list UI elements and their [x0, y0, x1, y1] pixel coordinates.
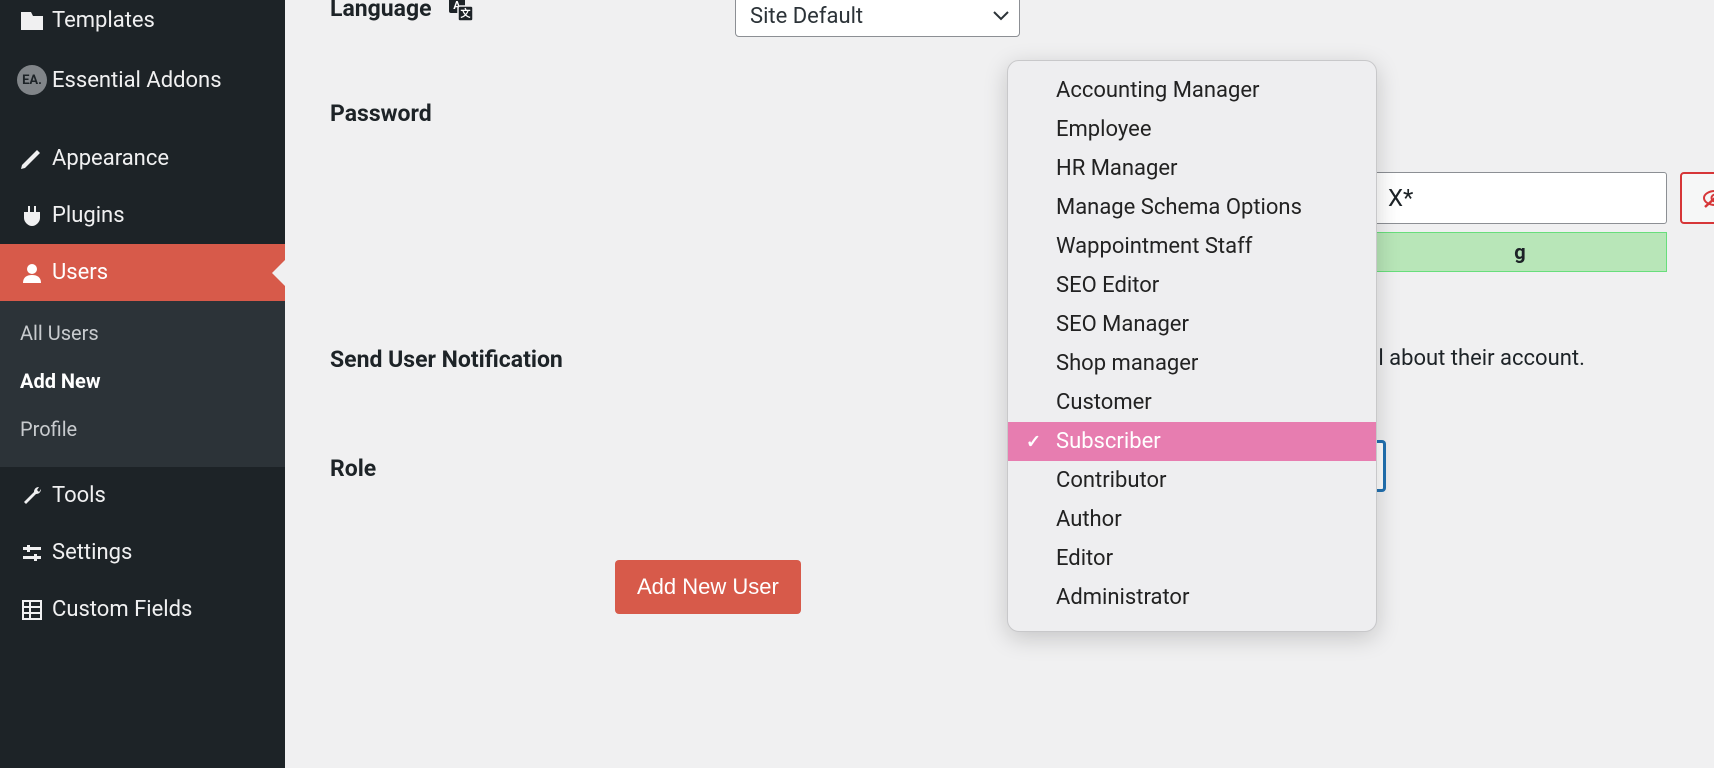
- translate-icon: A文: [448, 0, 474, 22]
- content-area: Language A文 Site Default Password Send U…: [285, 0, 1714, 768]
- sidebar-label: Users: [52, 260, 273, 285]
- sidebar-item-custom-fields[interactable]: Custom Fields: [0, 581, 285, 638]
- sidebar-item-essential-addons[interactable]: EA. Essential Addons: [0, 49, 285, 111]
- users-icon: [12, 261, 52, 285]
- role-option-wappointment-staff[interactable]: Wappointment Staff: [1008, 227, 1376, 266]
- sidebar-subitem-all-users[interactable]: All Users: [0, 309, 285, 357]
- role-option-subscriber[interactable]: Subscriber: [1008, 422, 1376, 461]
- sidebar-label: Appearance: [52, 146, 273, 171]
- sidebar-item-tools[interactable]: Tools: [0, 467, 285, 524]
- eye-slash-icon: [1702, 187, 1714, 209]
- label-role: Role: [330, 455, 735, 482]
- add-new-user-button[interactable]: Add New User: [615, 560, 801, 614]
- notification-helper-text: il about their account.: [1373, 346, 1585, 371]
- settings-icon: [12, 541, 52, 565]
- sidebar-label: Tools: [52, 483, 273, 508]
- admin-sidebar: Templates EA. Essential Addons Appearanc…: [0, 0, 285, 768]
- role-option-shop-manager[interactable]: Shop manager: [1008, 344, 1376, 383]
- language-value: Site Default: [750, 4, 863, 29]
- chevron-down-icon: [993, 11, 1009, 21]
- plugins-icon: [12, 204, 52, 228]
- role-dropdown-menu: Accounting Manager Employee HR Manager M…: [1007, 60, 1377, 632]
- role-option-editor[interactable]: Editor: [1008, 539, 1376, 578]
- custom-fields-icon: [12, 598, 52, 622]
- sidebar-item-settings[interactable]: Settings: [0, 524, 285, 581]
- sidebar-submenu: All Users Add New Profile: [0, 301, 285, 467]
- role-option-manage-schema-options[interactable]: Manage Schema Options: [1008, 188, 1376, 227]
- label-language: Language A文: [330, 0, 735, 22]
- language-select[interactable]: Site Default: [735, 0, 1020, 37]
- templates-icon: [12, 10, 52, 32]
- row-language: Language A文 Site Default: [330, 0, 1684, 37]
- tools-icon: [12, 484, 52, 508]
- sidebar-item-plugins[interactable]: Plugins: [0, 187, 285, 244]
- svg-text:文: 文: [460, 7, 471, 20]
- sidebar-label: Essential Addons: [52, 68, 273, 93]
- role-option-contributor[interactable]: Contributor: [1008, 461, 1376, 500]
- label-language-text: Language: [330, 0, 432, 22]
- sidebar-item-templates[interactable]: Templates: [0, 0, 285, 49]
- sidebar-subitem-add-new[interactable]: Add New: [0, 357, 285, 405]
- role-option-accounting-manager[interactable]: Accounting Manager: [1008, 71, 1376, 110]
- sidebar-item-users[interactable]: Users: [0, 244, 285, 301]
- sidebar-label: Custom Fields: [52, 597, 273, 622]
- appearance-icon: [12, 145, 52, 171]
- role-option-author[interactable]: Author: [1008, 500, 1376, 539]
- label-notification: Send User Notification: [330, 346, 735, 373]
- role-option-seo-manager[interactable]: SEO Manager: [1008, 305, 1376, 344]
- sidebar-label: Settings: [52, 540, 273, 565]
- sidebar-label: Plugins: [52, 203, 273, 228]
- role-option-seo-editor[interactable]: SEO Editor: [1008, 266, 1376, 305]
- password-value: X*: [1388, 184, 1413, 212]
- password-strength: g: [1373, 232, 1667, 272]
- role-option-administrator[interactable]: Administrator: [1008, 578, 1376, 617]
- password-strength-text: g: [1514, 240, 1525, 264]
- label-password: Password: [330, 100, 735, 127]
- essential-addons-icon: EA.: [12, 65, 52, 95]
- sidebar-item-appearance[interactable]: Appearance: [0, 129, 285, 187]
- sidebar-label: Templates: [52, 8, 273, 33]
- password-input[interactable]: X*: [1373, 172, 1667, 224]
- hide-password-button[interactable]: Hide: [1680, 172, 1714, 224]
- role-option-hr-manager[interactable]: HR Manager: [1008, 149, 1376, 188]
- sidebar-subitem-profile[interactable]: Profile: [0, 405, 285, 453]
- role-option-customer[interactable]: Customer: [1008, 383, 1376, 422]
- role-option-employee[interactable]: Employee: [1008, 110, 1376, 149]
